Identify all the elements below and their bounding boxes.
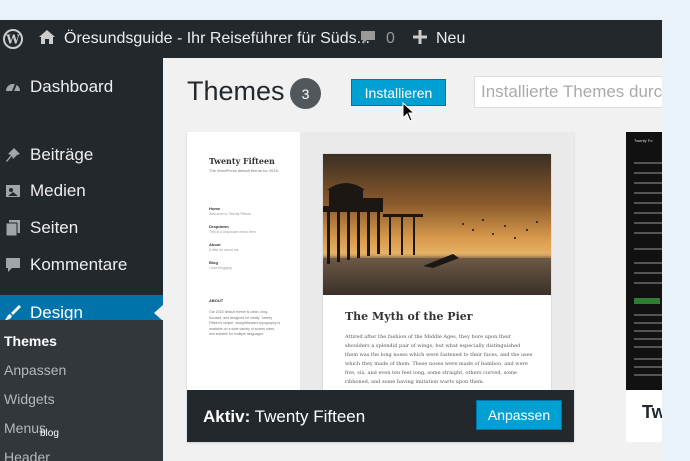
preview-menu-line: [634, 262, 662, 264]
install-themes-button[interactable]: Installieren: [351, 79, 446, 106]
preview-menu-line: [634, 232, 662, 234]
preview-article: The Myth of the Pier Attired after the f…: [323, 154, 551, 390]
preview-menu-line: [634, 358, 662, 360]
preview-nav-item: Home: [209, 206, 221, 211]
preview-sidebar: Twenty Fifteen The WordPress default the…: [187, 132, 300, 390]
sidebar-item-media[interactable]: Medien: [0, 173, 163, 209]
theme-card-footer: Aktiv: Twenty Fifteen Anpassen: [187, 390, 574, 442]
preview-menu-line: [634, 330, 662, 332]
preview-menu-line: [634, 374, 662, 376]
preview-nav-desc: This is a dropdown menu item: [209, 230, 256, 234]
theme-card-active[interactable]: Twenty Fifteen The WordPress default the…: [187, 132, 574, 442]
admin-bar: W Öresundsguide - Ihr Reiseführer für Sü…: [0, 20, 662, 58]
customize-button[interactable]: Anpassen: [476, 400, 562, 430]
preview-menu-line: [634, 182, 662, 184]
active-prefix: Aktiv:: [203, 407, 251, 426]
second-preview-title: Twenty Fo: [634, 138, 653, 143]
theme-screenshot-second: Twenty Fo: [626, 132, 662, 390]
submenu-item-header[interactable]: Header: [4, 449, 50, 461]
comment-bubble-icon: [360, 29, 376, 50]
preview-menu-line: [634, 212, 662, 214]
design-submenu: Themes Anpassen Widgets Menus Header: [0, 320, 163, 461]
preview-menu-line: [634, 272, 662, 274]
theme-card-second[interactable]: Twenty Fo Tw: [626, 132, 662, 442]
media-icon: [2, 180, 24, 202]
submenu-item-widgets[interactable]: Widgets: [4, 391, 55, 407]
sidebar-item-posts[interactable]: Beiträge: [0, 137, 163, 173]
second-theme-name: Tw: [642, 402, 662, 422]
preview-nav-desc: A little bit about me: [209, 248, 239, 252]
pier-photo: [323, 154, 551, 295]
preview-site-title: Twenty Fifteen: [209, 156, 275, 166]
theme-count-badge: 3: [290, 78, 321, 109]
wordpress-logo-icon[interactable]: W: [0, 20, 26, 58]
pages-icon: [2, 217, 24, 239]
active-theme-label: Aktiv: Twenty Fifteen: [203, 407, 365, 427]
page-title: Themes: [187, 76, 285, 106]
preview-menu-line: [634, 202, 662, 204]
mouse-cursor-icon: [402, 101, 416, 127]
preview-menu-line: [634, 222, 662, 224]
dashboard-icon: [2, 76, 24, 98]
active-theme-name: Twenty Fifteen: [254, 407, 366, 426]
home-icon: [38, 28, 56, 51]
pin-icon: [2, 144, 24, 166]
preview-menu-line: [634, 282, 662, 284]
theme-screenshot: Twenty Fifteen The WordPress default the…: [187, 132, 574, 390]
preview-menu-line: [634, 192, 662, 194]
preview-green-button: [634, 298, 660, 304]
preview-menu-line: [634, 314, 662, 316]
comments-link[interactable]: 0: [360, 20, 395, 58]
preview-menu-line: [634, 346, 662, 348]
preview-menu-line: [634, 248, 662, 250]
preview-about-text: Our 2015 default theme is clean, blog-fo…: [209, 310, 281, 336]
preview-site-desc: The WordPress default theme for 2015.: [209, 168, 279, 173]
sidebar-item-label: Dashboard: [30, 77, 114, 96]
blog-overlay-tag: blog: [40, 428, 59, 439]
preview-nav-desc: I love blogging: [209, 266, 232, 270]
preview-menu-line: [634, 366, 662, 368]
sidebar-item-label: Medien: [30, 181, 86, 200]
comments-count: 0: [386, 30, 395, 47]
preview-nav-desc: Welcome to Twenty Fifteen: [209, 212, 252, 216]
comment-icon: [2, 254, 24, 276]
preview-article-text: Attired after the fashion of the Middle …: [345, 334, 533, 385]
sidebar-item-label: Kommentare: [30, 255, 128, 274]
submenu-item-customize[interactable]: Anpassen: [4, 362, 66, 378]
plus-icon: [412, 29, 428, 50]
sidebar-item-comments[interactable]: Kommentare: [0, 247, 163, 283]
browser-frame: W Öresundsguide - Ihr Reiseführer für Sü…: [0, 20, 662, 461]
sidebar-item-dashboard[interactable]: Dashboard: [0, 69, 163, 105]
sidebar-item-pages[interactable]: Seiten: [0, 210, 163, 246]
preview-nav-item: Blog: [209, 260, 218, 265]
admin-sidebar: Dashboard Beiträge Medien Seiten Komment…: [0, 58, 163, 461]
preview-about-heading: ABOUT: [209, 298, 224, 303]
site-name: Öresundsguide - Ihr Reiseführer für Süds…: [64, 30, 370, 47]
site-name-link[interactable]: Öresundsguide - Ihr Reiseführer für Süds…: [38, 20, 370, 58]
preview-article-title: The Myth of the Pier: [345, 310, 473, 323]
new-content-link[interactable]: Neu: [412, 20, 465, 58]
submenu-item-themes[interactable]: Themes: [4, 333, 57, 349]
preview-nav-item: Dropdown: [209, 224, 229, 229]
preview-menu-line: [634, 322, 662, 324]
preview-nav-item: About: [209, 242, 221, 247]
preview-menu-line: [634, 172, 662, 174]
preview-menu-line: [634, 338, 662, 340]
svg-text:W: W: [5, 33, 20, 47]
search-themes-input[interactable]: Installierte Themes durc: [474, 76, 662, 108]
new-label: Neu: [436, 30, 466, 47]
sidebar-item-label: Beiträge: [30, 145, 94, 164]
preview-menu-line: [634, 162, 662, 164]
sidebar-item-label: Seiten: [30, 218, 79, 237]
